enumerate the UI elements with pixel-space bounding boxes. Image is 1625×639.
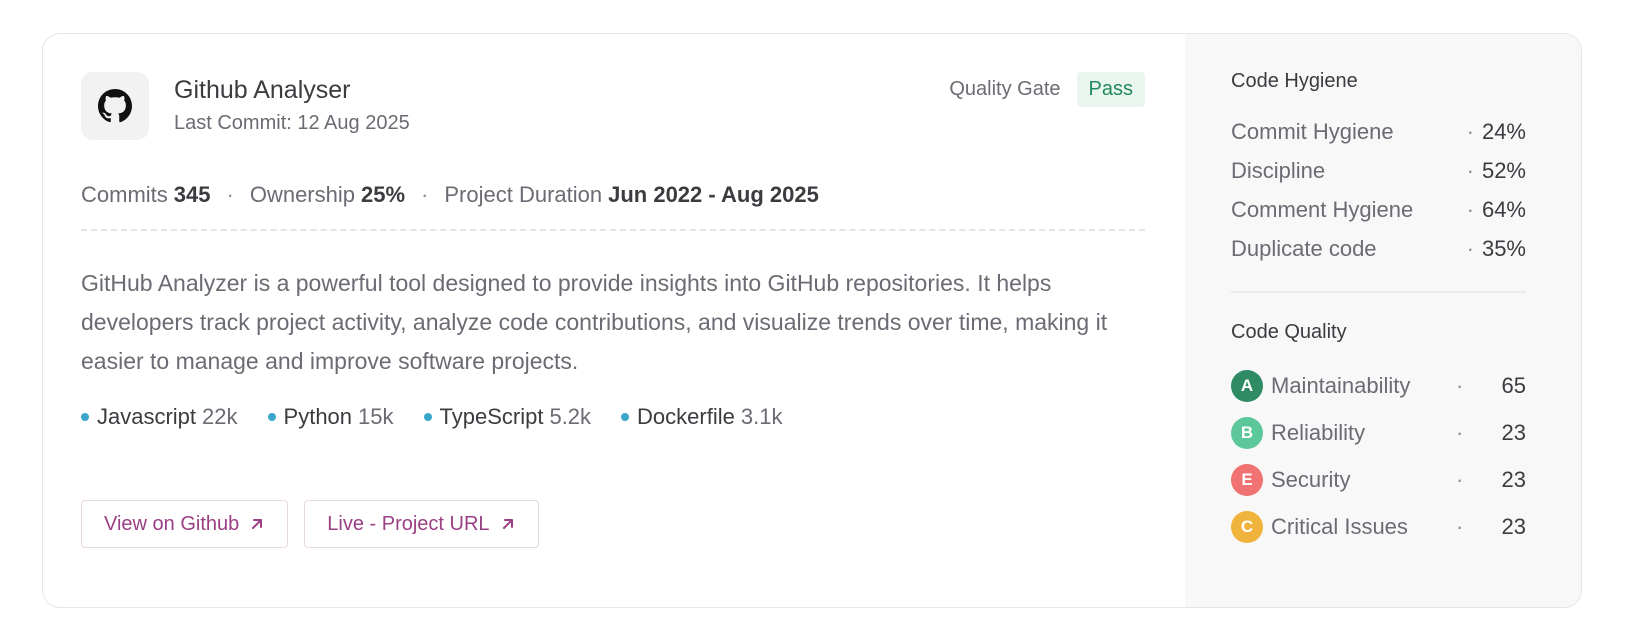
panel-divider [1231, 291, 1526, 293]
duration-label: Project Duration [444, 182, 603, 207]
row-separator: · [1466, 236, 1474, 261]
language-value: 3.1k [740, 404, 783, 429]
quality-row: A Maintainability · 65 [1231, 370, 1526, 402]
quality-value: 23 [1501, 514, 1526, 539]
language-list: Javascript 22k Python 15k TypeScript 5.2… [81, 404, 782, 430]
language-name: Dockerfile [637, 404, 735, 429]
quality-gate-status-badge: Pass [1076, 72, 1145, 107]
language-value: 22k [202, 404, 238, 429]
hygiene-value: 24% [1481, 119, 1526, 144]
project-logo [81, 72, 149, 140]
duration-value: Jun 2022 - Aug 2025 [608, 182, 819, 207]
language-item: TypeScript 5.2k [423, 404, 592, 430]
quality-gate: Quality Gate Pass [949, 72, 1145, 107]
hygiene-row: Commit Hygiene · 24% [1231, 119, 1526, 145]
grade-badge: C [1231, 511, 1263, 543]
project-stats: Commits 345 · Ownership 25% · Project Du… [81, 182, 819, 208]
quality-label: Maintainability [1271, 373, 1411, 398]
live-project-url-button[interactable]: Live - Project URL [304, 500, 539, 548]
quality-row: B Reliability · 23 [1231, 417, 1526, 449]
arrow-up-right-icon [502, 519, 513, 529]
quality-row: C Critical Issues · 23 [1231, 511, 1526, 543]
language-dot-icon [621, 413, 630, 421]
row-separator: · [1456, 514, 1464, 539]
hygiene-label: Commit Hygiene [1231, 119, 1394, 144]
code-hygiene-title: Code Hygiene [1231, 70, 1358, 92]
last-commit: Last Commit: 12 Aug 2025 [174, 112, 410, 134]
language-item: Javascript 22k [81, 404, 238, 430]
language-name: TypeScript [439, 404, 544, 429]
quality-value: 23 [1501, 420, 1526, 445]
hygiene-value: 64% [1481, 197, 1526, 222]
quality-value: 23 [1501, 467, 1526, 492]
language-dot-icon [267, 413, 276, 421]
quality-label: Security [1271, 467, 1351, 492]
quality-label: Critical Issues [1271, 514, 1408, 539]
quality-label: Reliability [1271, 420, 1366, 445]
language-dot-icon [81, 413, 89, 421]
view-on-github-label: View on Github [104, 512, 240, 535]
github-icon [98, 89, 132, 123]
hygiene-value: 52% [1481, 158, 1526, 183]
hygiene-row: Discipline · 52% [1231, 158, 1526, 184]
quality-gate-label: Quality Gate [949, 78, 1061, 100]
quality-value: 65 [1501, 373, 1526, 398]
stats-separator: · [226, 182, 234, 207]
commits-label: Commits [81, 182, 168, 207]
project-title: Github Analyser [174, 76, 351, 104]
view-on-github-button[interactable]: View on Github [81, 500, 289, 548]
ownership-label: Ownership [249, 182, 355, 207]
language-value: 5.2k [549, 404, 592, 429]
language-name: Javascript [97, 404, 197, 429]
commits-value: 345 [173, 182, 211, 207]
language-value: 15k [358, 404, 394, 429]
quality-row: E Security · 23 [1231, 464, 1526, 496]
live-project-url-label: Live - Project URL [327, 512, 490, 535]
row-separator: · [1466, 119, 1474, 144]
hygiene-value: 35% [1481, 236, 1526, 261]
action-buttons: View on Github Live - Project URL [81, 500, 539, 548]
stats-separator: · [421, 182, 429, 207]
hygiene-label: Duplicate code [1231, 236, 1377, 261]
grade-badge: B [1231, 417, 1263, 449]
ownership-value: 25% [360, 182, 406, 207]
code-quality-title: Code Quality [1231, 321, 1347, 343]
hygiene-label: Discipline [1231, 158, 1326, 183]
row-separator: · [1456, 467, 1464, 492]
language-item: Python 15k [267, 404, 394, 430]
language-dot-icon [423, 413, 432, 421]
row-separator: · [1456, 373, 1464, 398]
language-name: Python [283, 404, 353, 429]
row-separator: · [1456, 420, 1464, 445]
grade-badge: E [1231, 464, 1263, 496]
project-description: GitHub Analyzer is a powerful tool desig… [81, 270, 1108, 374]
row-separator: · [1466, 158, 1474, 183]
metrics-panel: Code Hygiene Commit Hygiene · 24% Discip… [1185, 34, 1581, 607]
hygiene-row: Duplicate code · 35% [1231, 236, 1526, 262]
grade-badge: A [1231, 370, 1263, 402]
project-card: Github Analyser Last Commit: 12 Aug 2025… [42, 33, 1582, 608]
hygiene-label: Comment Hygiene [1231, 197, 1414, 222]
project-main: Github Analyser Last Commit: 12 Aug 2025… [43, 34, 1185, 607]
arrow-up-right-icon [252, 519, 263, 529]
dashed-divider [81, 229, 1145, 231]
hygiene-row: Comment Hygiene · 64% [1231, 197, 1526, 223]
row-separator: · [1466, 197, 1474, 222]
language-item: Dockerfile 3.1k [621, 404, 782, 430]
